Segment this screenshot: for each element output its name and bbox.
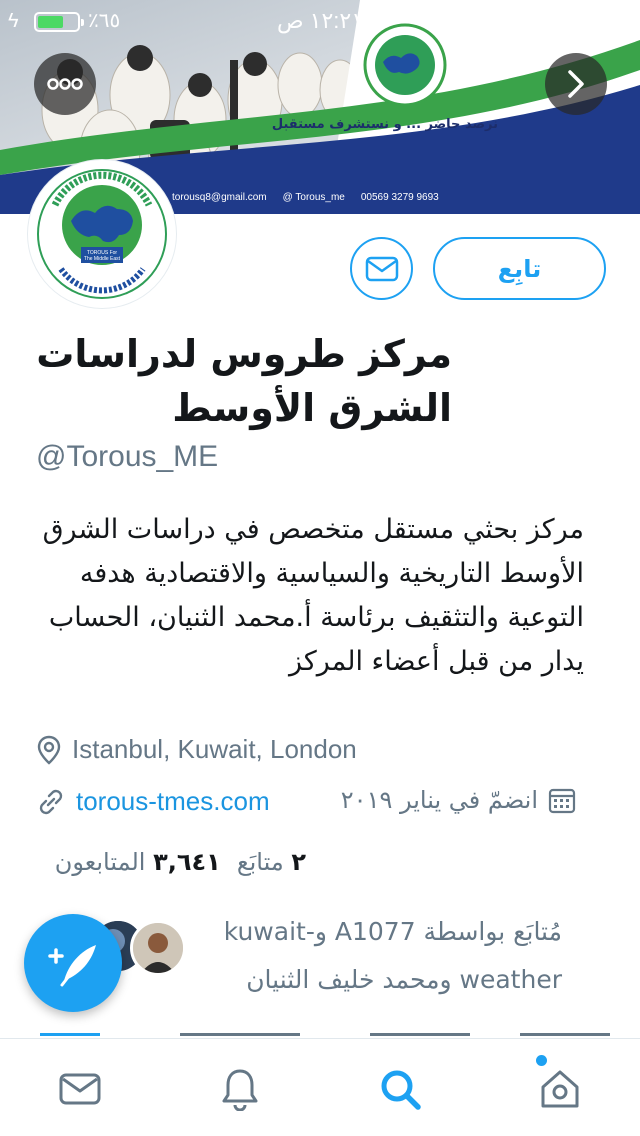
profile-avatar[interactable]: TOROUS For The Middle East [28,160,176,308]
compose-feather-icon [48,945,96,987]
profile-website[interactable]: torous-tmes.com [36,786,270,817]
profile-joined-date: انضمّ في يناير ٢٠١٩ [341,786,576,814]
joined-text: انضمّ في يناير ٢٠١٩ [340,786,538,814]
profile-location: Istanbul, Kuwait, London [36,734,357,765]
bell-icon [222,1069,258,1111]
signal-icon [605,12,626,27]
search-icon [381,1070,421,1110]
banner-email: torousq8@gmail.com [172,192,267,203]
bottom-tab-bar [0,1038,640,1136]
more-options-button[interactable] [34,53,96,115]
follow-counts: ٢ متابَع ٣,٦٤١ المتابعون [55,848,306,876]
compose-tweet-button[interactable] [24,914,122,1012]
network-type: LTE [453,8,492,33]
banner-contacts: torousq8@gmail.com @ Torous_me 00569 327… [172,192,439,203]
envelope-icon [365,256,398,281]
following-count: ٢ [291,848,306,876]
banner-tagline: نرصد حاضر ... و نستشرف مستقبل [271,117,498,132]
more-icon [47,78,83,90]
followers-label: المتابعون [54,848,146,876]
home-icon [541,1070,579,1108]
calendar-icon [548,788,576,814]
carrier-name: stc KW [516,8,586,33]
tabs-peek [40,1026,610,1036]
profile-bio: مركز بحثي مستقل متخصص في دراسات الشرق ال… [42,514,584,677]
svg-text:The Middle East: The Middle East [84,256,121,262]
direct-message-button[interactable] [350,237,413,300]
tab-messages[interactable] [52,1061,108,1117]
followers-count: ٣,٦٤١ [153,848,221,876]
banner-phone: 00569 3279 9693 [360,192,439,203]
status-bar: ϟ ٪٦٥ ١٢:٢١ ص LTE stc KW [0,0,640,40]
tab-notifications[interactable] [212,1061,268,1117]
envelope-icon [59,1073,101,1105]
profile-display-name: مركز طروس لدراسات الشرق الأوسط [36,332,452,430]
banner-social: @ Torous_me [282,192,345,203]
profile-handle: @Torous_ME [36,440,219,473]
tab-search[interactable] [372,1061,428,1117]
followers-count-link[interactable]: ٣,٦٤١ المتابعون [55,848,221,876]
following-count-link[interactable]: ٢ متابَع [237,848,306,876]
link-icon [39,789,63,814]
location-text: Istanbul, Kuwait, London [72,734,357,764]
back-button[interactable] [545,53,607,115]
chevron-right-icon [568,70,584,98]
tab-home[interactable] [532,1061,588,1117]
mutual-follower-avatar [130,920,186,976]
following-label: متابَع [236,848,284,876]
avatar-logo: TOROUS For The Middle East [34,166,170,302]
followed-by-text[interactable]: مُتابَع بواسطة A1077 وkuwait-weather ومح… [182,908,562,1004]
location-pin-icon [37,735,61,765]
website-link[interactable]: torous-tmes.com [76,786,270,817]
follow-button[interactable]: تابِع [433,237,606,300]
